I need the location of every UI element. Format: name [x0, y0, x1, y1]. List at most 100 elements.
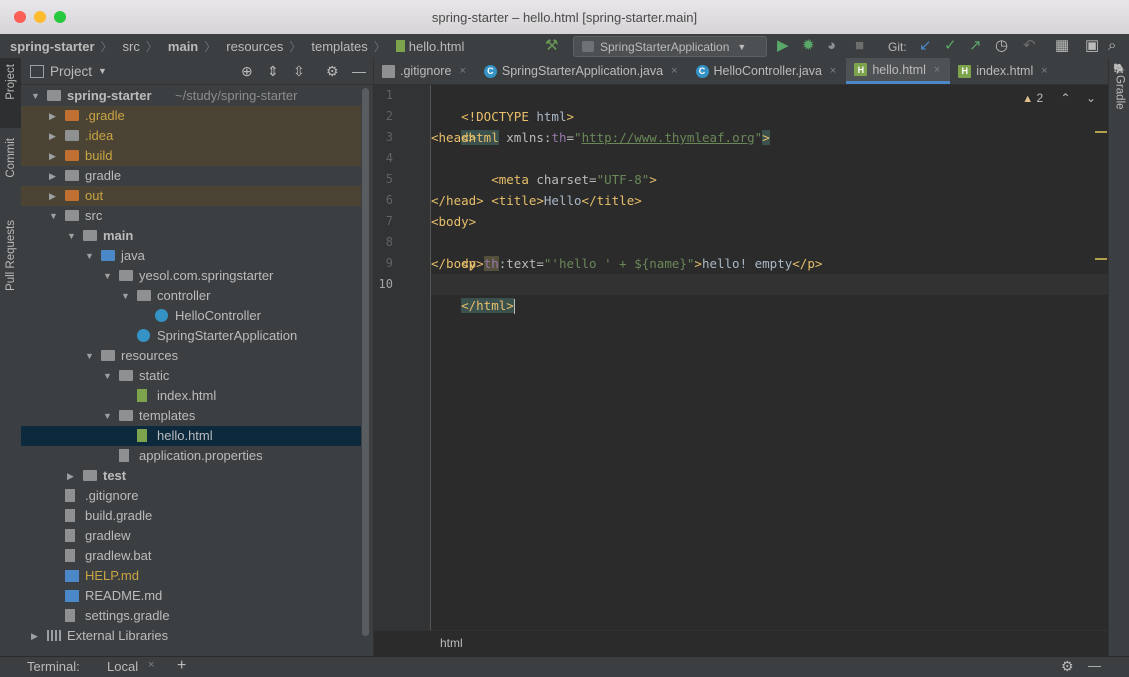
run-with-coverage-icon[interactable]: ◕: [827, 37, 836, 55]
collapse-all-icon[interactable]: ⇳: [293, 63, 305, 80]
tree-item[interactable]: gradlew.bat: [21, 546, 361, 566]
gear-icon[interactable]: ⚙: [326, 63, 339, 80]
warning-marker[interactable]: [1095, 131, 1107, 133]
chevron-right-icon[interactable]: ▶: [67, 466, 77, 486]
tree-item[interactable]: ▶ External Libraries: [21, 626, 361, 646]
rollback-icon[interactable]: ↶: [1023, 37, 1036, 55]
chevron-down-icon[interactable]: ▼: [67, 226, 77, 246]
chevron-down-icon[interactable]: ▼: [103, 406, 113, 426]
tree-item[interactable]: gradlew: [21, 526, 361, 546]
properties-file-icon: [119, 449, 129, 462]
add-terminal-button[interactable]: +: [177, 657, 186, 675]
warning-marker[interactable]: [1095, 258, 1107, 260]
tree-item[interactable]: HELP.md: [21, 566, 361, 586]
project-view-selector[interactable]: Project: [50, 64, 92, 79]
close-icon[interactable]: ×: [934, 64, 940, 76]
build-hammer-icon[interactable]: ⚒: [545, 37, 558, 55]
tree-item[interactable]: ▼ spring-starter ~/study/spring-starter: [21, 86, 361, 106]
tree-item[interactable]: ▼ static: [21, 366, 361, 386]
gitignore-file-icon: [382, 64, 395, 78]
tree-item[interactable]: ▶ .idea: [21, 126, 361, 146]
search-icon[interactable]: ⌕: [1108, 37, 1116, 55]
tree-item[interactable]: ▼ yesol.com.springstarter: [21, 266, 361, 286]
gradle-tool-tab[interactable]: 🐘 Gradle: [1109, 64, 1129, 134]
chevron-right-icon[interactable]: ▶: [49, 146, 59, 166]
chevron-down-icon[interactable]: ▼: [85, 246, 95, 266]
git-commit-icon[interactable]: ✓: [944, 37, 957, 55]
close-icon[interactable]: ×: [1041, 65, 1047, 77]
breadcrumb-file[interactable]: hello.html: [386, 39, 464, 54]
editor-tab[interactable]: .gitignore ×: [374, 58, 476, 84]
tree-item[interactable]: ▼ main: [21, 226, 361, 246]
chevron-right-icon[interactable]: ▶: [31, 626, 41, 646]
tree-item[interactable]: ▼ src: [21, 206, 361, 226]
tree-item[interactable]: ▼ java: [21, 246, 361, 266]
project-scrollbar[interactable]: [362, 88, 369, 636]
tree-item[interactable]: ▶ out: [21, 186, 361, 206]
tree-item[interactable]: .gitignore: [21, 486, 361, 506]
tree-item[interactable]: index.html: [21, 386, 361, 406]
chevron-down-icon[interactable]: ▼: [103, 266, 113, 286]
pull-requests-tool-tab[interactable]: Pull Requests: [0, 220, 21, 320]
chevron-right-icon[interactable]: ▶: [49, 166, 59, 186]
hide-icon[interactable]: —: [1088, 658, 1101, 673]
breadcrumb-main[interactable]: main 〉: [158, 38, 216, 55]
tree-item[interactable]: ▶ build: [21, 146, 361, 166]
chevron-right-icon[interactable]: ▶: [49, 186, 59, 206]
tree-item[interactable]: hello.html: [21, 426, 361, 446]
chevron-right-icon[interactable]: ▶: [49, 106, 59, 126]
git-push-icon[interactable]: ↗: [969, 37, 982, 55]
chevron-right-icon[interactable]: ▶: [49, 126, 59, 146]
run-icon[interactable]: ▶: [777, 37, 789, 55]
tree-item[interactable]: ▶ test: [21, 466, 361, 486]
terminal-tab-local[interactable]: Local: [107, 659, 138, 674]
close-icon[interactable]: ×: [830, 65, 836, 77]
breadcrumb-resources[interactable]: resources 〉: [216, 38, 301, 55]
history-icon[interactable]: ◷: [995, 37, 1008, 55]
breadcrumb-html[interactable]: html: [440, 636, 463, 650]
locate-icon[interactable]: ⊕: [241, 63, 253, 80]
breadcrumb-src[interactable]: src 〉: [113, 38, 158, 55]
chevron-down-icon[interactable]: ▼: [103, 366, 113, 386]
tree-item[interactable]: README.md: [21, 586, 361, 606]
tree-item[interactable]: HelloController: [21, 306, 361, 326]
editor-tab[interactable]: Hindex.html ×: [950, 58, 1057, 84]
tree-item[interactable]: application.properties: [21, 446, 361, 466]
project-structure-icon[interactable]: ▦: [1055, 37, 1069, 55]
expand-all-icon[interactable]: ⇕: [267, 63, 279, 80]
tree-item[interactable]: ▼ resources: [21, 346, 361, 366]
chevron-down-icon[interactable]: ▼: [121, 286, 131, 306]
editor-tab[interactable]: C SpringStarterApplication.java ×: [476, 58, 688, 84]
debug-icon[interactable]: ✹: [802, 37, 815, 55]
presentation-mode-icon[interactable]: ▣: [1085, 37, 1099, 55]
tree-item[interactable]: ▼ controller: [21, 286, 361, 306]
close-icon[interactable]: ×: [148, 659, 154, 671]
chevron-down-icon[interactable]: ▼: [85, 346, 95, 366]
tree-item[interactable]: ▶ gradle: [21, 166, 361, 186]
hide-icon[interactable]: —: [352, 63, 366, 79]
editor-tab[interactable]: Hhello.html ×: [846, 58, 951, 84]
stop-icon[interactable]: ■: [855, 37, 864, 55]
chevron-up-icon[interactable]: ⌃: [1061, 91, 1071, 105]
chevron-down-icon[interactable]: ▼: [49, 206, 59, 226]
tree-item[interactable]: ▼ templates: [21, 406, 361, 426]
editor-tab[interactable]: C HelloController.java ×: [688, 58, 847, 84]
gitignore-file-icon: [65, 489, 75, 502]
commit-tool-tab[interactable]: Commit: [0, 138, 21, 204]
chevron-down-icon[interactable]: ▼: [31, 86, 41, 106]
chevron-down-icon[interactable]: ▼: [98, 66, 107, 76]
tree-item[interactable]: ▶ .gradle: [21, 106, 361, 126]
breadcrumb-project[interactable]: spring-starter 〉: [0, 38, 113, 55]
run-configuration-select[interactable]: SpringStarterApplication ▼: [573, 36, 767, 57]
close-icon[interactable]: ×: [671, 65, 677, 77]
tree-item[interactable]: SpringStarterApplication: [21, 326, 361, 346]
inspection-widget[interactable]: ▲ 2 ⌃ ⌄: [1022, 91, 1096, 105]
breadcrumb-templates[interactable]: templates 〉: [301, 38, 385, 55]
git-update-icon[interactable]: ↙: [919, 37, 932, 55]
gear-icon[interactable]: ⚙: [1061, 658, 1074, 675]
project-tool-tab[interactable]: Project: [0, 58, 21, 128]
close-icon[interactable]: ×: [459, 65, 465, 77]
tree-item[interactable]: build.gradle: [21, 506, 361, 526]
editor-code-area[interactable]: <!DOCTYPE html> <html xmlns:th="http://w…: [431, 85, 1108, 630]
tree-item[interactable]: settings.gradle: [21, 606, 361, 626]
